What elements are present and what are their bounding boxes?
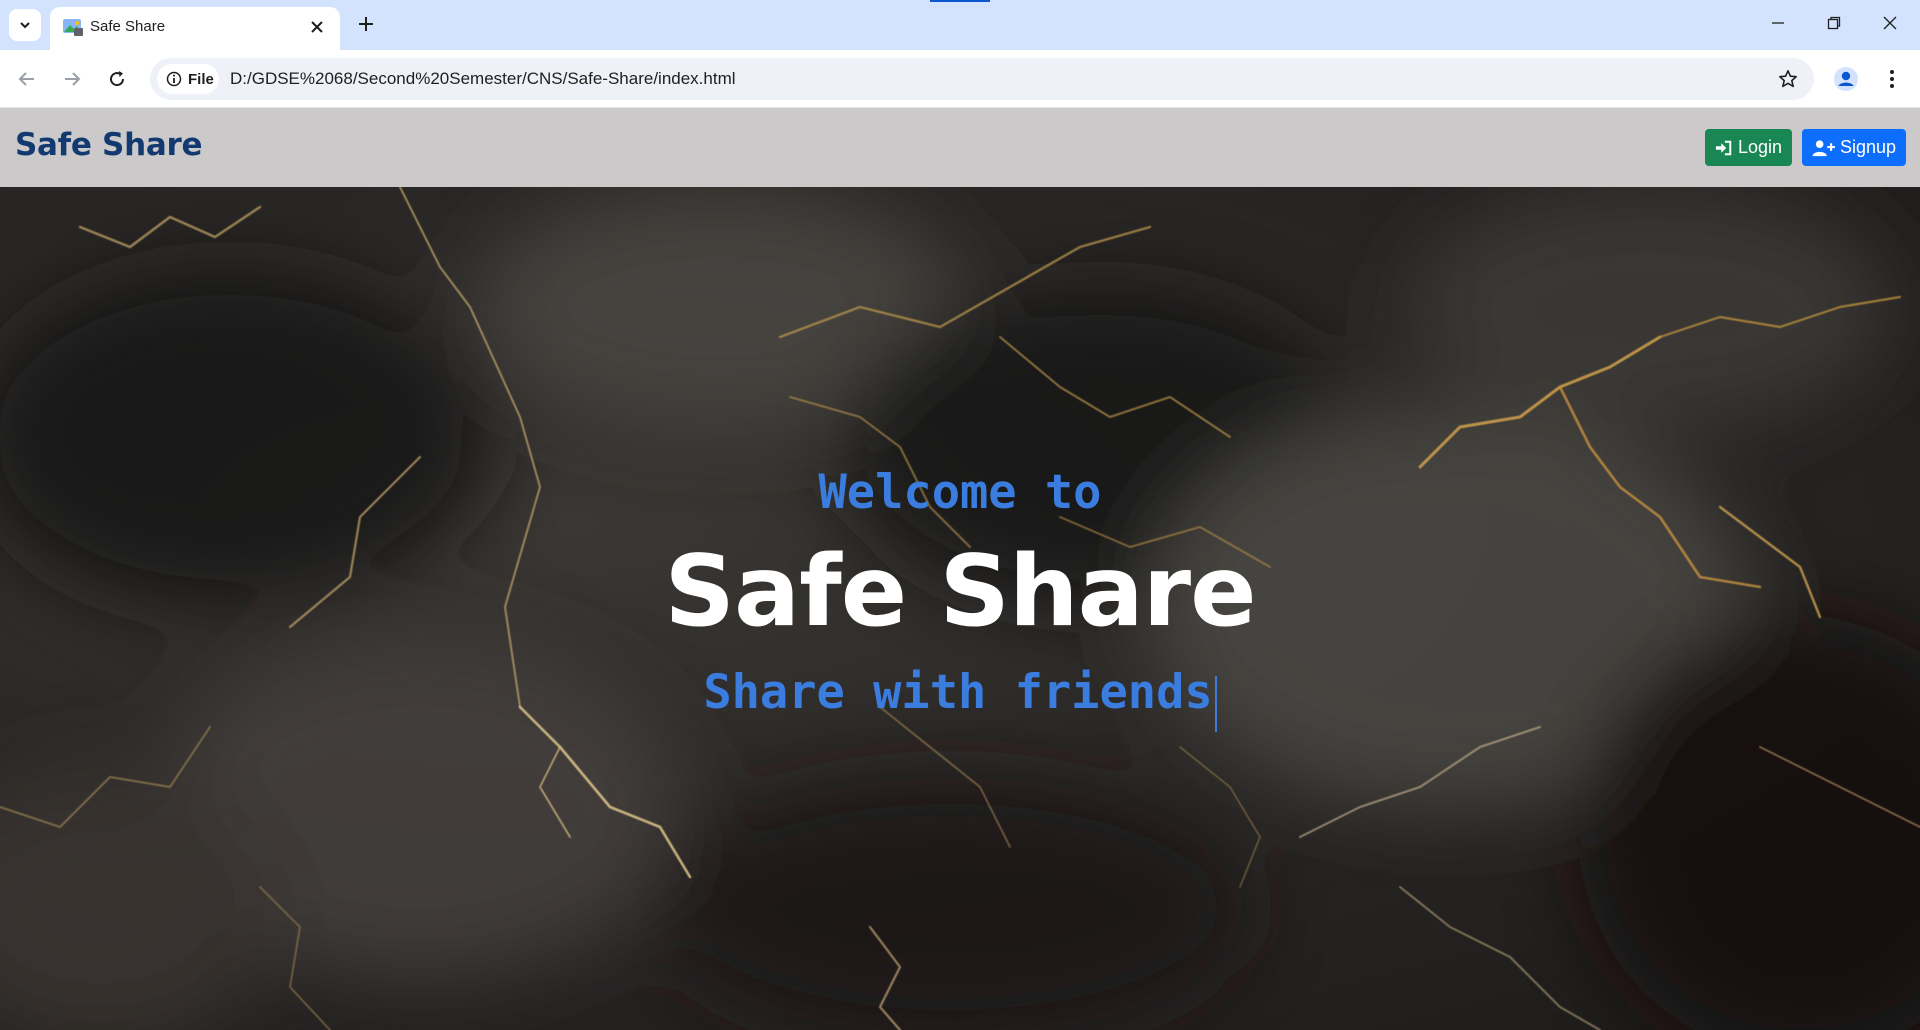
typing-caret [1214,675,1217,732]
user-plus-icon [1812,139,1835,156]
site-info-chip[interactable]: File [157,64,219,94]
more-vert-icon [1890,70,1894,88]
restore-button[interactable] [1806,0,1862,46]
hero-tagline-wrap: Share with friends [0,665,1920,732]
arrow-right-icon [65,72,81,86]
site-navbar: Safe Share Login Signup [0,108,1920,187]
signup-label: Signup [1839,137,1896,157]
back-button[interactable] [9,61,45,97]
landscape-favicon-icon [63,19,83,36]
reload-button[interactable] [99,61,135,97]
reload-icon [110,71,125,87]
avatar-icon [1834,67,1858,91]
login-label: Login [1737,137,1782,157]
chevron-down-icon [20,22,30,29]
hero-section: Welcome to Safe Share Share with friends [0,187,1920,1030]
forward-button[interactable] [54,61,90,97]
profile-button[interactable] [1828,61,1864,97]
tab-search-button[interactable] [9,9,41,41]
arrow-left-icon [18,72,34,86]
close-window-icon [1883,16,1897,30]
sign-in-icon [1715,140,1732,155]
minimize-icon [1772,22,1784,24]
minimize-button[interactable] [1750,0,1806,46]
close-icon[interactable] [304,14,330,40]
hero-welcome-text: Welcome to [818,465,1102,520]
close-window-button[interactable] [1862,0,1918,46]
browser-toolbar: File D:/GDSE%2068/Second%20Semester/CNS/… [0,50,1920,108]
browser-tabstrip: Safe Share [0,0,1920,50]
url-text[interactable]: D:/GDSE%2068/Second%20Semester/CNS/Safe-… [230,69,736,89]
tab-loading-indicator [930,0,990,2]
address-bar[interactable]: File D:/GDSE%2068/Second%20Semester/CNS/… [150,58,1814,100]
login-button[interactable]: Login [1705,129,1792,166]
browser-tab[interactable]: Safe Share [50,7,340,50]
hero-tagline: Share with friends [703,665,1213,720]
signup-button[interactable]: Signup [1802,129,1906,166]
new-tab-button[interactable] [352,10,380,38]
tab-title: Safe Share [90,18,166,35]
bookmark-button[interactable] [1772,63,1804,95]
info-icon [166,71,182,87]
star-icon [1779,70,1797,88]
brand-logo[interactable]: Safe Share [15,127,202,163]
restore-icon [1827,16,1841,30]
hero-title: Safe Share [664,535,1256,649]
plus-icon [359,17,373,31]
browser-menu-button[interactable] [1874,61,1910,97]
site-chip-label: File [188,70,214,88]
